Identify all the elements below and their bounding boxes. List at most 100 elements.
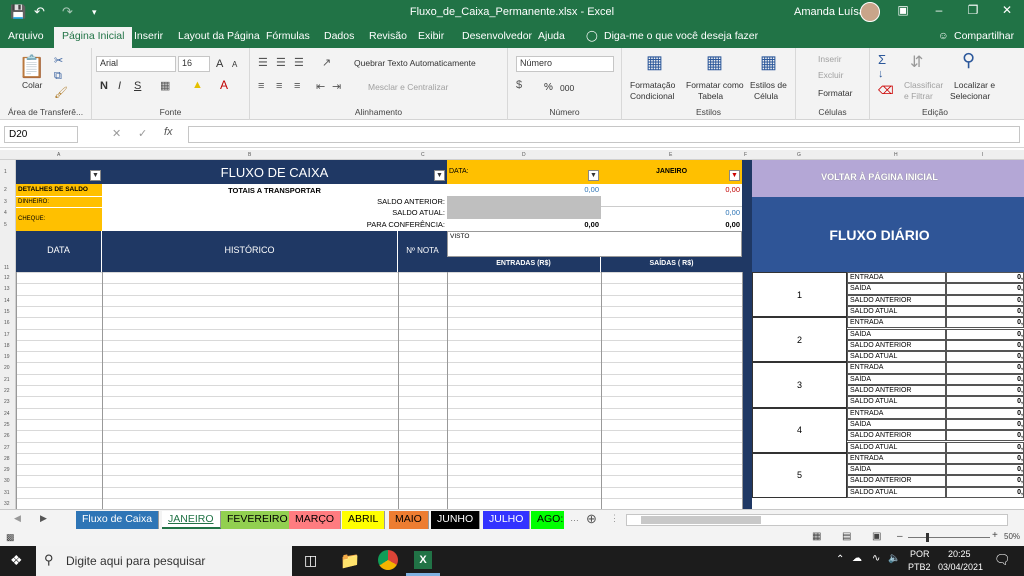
cancel-icon[interactable]: ✕	[112, 127, 121, 140]
day-row-value[interactable]: 0,	[946, 407, 1024, 419]
file-explorer-icon[interactable]: 📁	[340, 551, 360, 571]
format-table-button[interactable]: Formatar como	[686, 80, 744, 90]
tab-revisao[interactable]: Revisão	[369, 30, 407, 42]
normal-view-icon[interactable]: ▦	[812, 531, 821, 542]
orientation-icon[interactable]: ↗	[322, 56, 331, 69]
windows-start-icon[interactable]: ❖	[10, 552, 23, 569]
row-header[interactable]: 5	[4, 222, 7, 228]
day-row-label[interactable]: SALDO ANTERIOR	[847, 294, 946, 306]
row-header[interactable]: 4	[4, 210, 7, 216]
saldo-anterior-value[interactable]	[601, 196, 742, 207]
sheet-tab[interactable]: JUNHO	[431, 511, 481, 529]
format-table-label2[interactable]: Tabela	[698, 91, 723, 101]
task-view-icon[interactable]: ◫	[304, 552, 317, 569]
font-name-select[interactable]: Arial	[96, 56, 176, 72]
autosum-icon[interactable]: Σ	[878, 52, 886, 67]
format-table-icon[interactable]: ▦	[706, 52, 723, 73]
paste-icon[interactable]: 📋	[18, 54, 45, 80]
restore-icon[interactable]: ❐	[956, 3, 990, 17]
align-middle-icon[interactable]: ☰	[276, 56, 286, 69]
sheet-tab[interactable]: JULHO	[483, 511, 531, 529]
day-number[interactable]: 5	[752, 452, 847, 498]
day-row-value[interactable]: 0,	[946, 328, 1024, 340]
align-bottom-icon[interactable]: ☰	[294, 56, 304, 69]
macro-record-icon[interactable]: ▩	[6, 532, 15, 543]
tab-formulas[interactable]: Fórmulas	[266, 30, 310, 42]
bold-button[interactable]: N	[100, 80, 108, 92]
day-row-value[interactable]: 0,	[946, 272, 1024, 284]
day-row-value[interactable]: 0,	[946, 396, 1024, 408]
saidas-total-value[interactable]: 0,00	[601, 184, 742, 196]
language-indicator[interactable]: POR	[910, 549, 930, 559]
fill-icon[interactable]: ↓	[878, 68, 884, 80]
number-format-select[interactable]: Número	[516, 56, 614, 72]
scroll-right-icon[interactable]: ▶	[40, 513, 47, 524]
notification-icon[interactable]: 🗨	[994, 552, 1011, 568]
row-header[interactable]: 20	[4, 365, 10, 371]
sheet-tab[interactable]: Fluxo de Caixa	[76, 511, 160, 529]
visto-cell[interactable]: VISTO	[447, 231, 742, 257]
day-row-label[interactable]: SALDO ANTERIOR	[847, 475, 946, 487]
saldo-anterior-entradas-cell[interactable]	[447, 196, 601, 207]
row-header[interactable]: 25	[4, 422, 10, 428]
scrollbar-thumb[interactable]	[641, 516, 761, 524]
percent-button[interactable]: %	[544, 82, 553, 93]
wrap-text-button[interactable]: Quebrar Texto Automaticamente	[354, 58, 476, 68]
day-row-value[interactable]: 0,	[946, 464, 1024, 476]
day-row-label[interactable]: SAÍDA	[847, 418, 946, 431]
wifi-icon[interactable]: ∿	[872, 553, 880, 564]
scroll-left-icon[interactable]: ◀	[14, 513, 21, 524]
day-row-label[interactable]: SALDO ATUAL	[847, 396, 946, 408]
search-box[interactable]: Digite aqui para pesquisar	[36, 546, 292, 576]
format-cells-button[interactable]: Formatar	[818, 88, 852, 98]
day-row-label[interactable]: ENTRADA	[847, 317, 946, 329]
conditional-format-icon[interactable]: ▦	[646, 52, 663, 73]
conferencia-saidas-value[interactable]: 0,00	[601, 219, 742, 231]
filter-dropdown-icon[interactable]: ▼	[434, 170, 445, 181]
sheet-tab[interactable]: MAIO	[389, 511, 429, 529]
tab-exibir[interactable]: Exibir	[418, 30, 444, 42]
sheet-tab[interactable]: ABRIL	[342, 511, 386, 529]
day-row-label[interactable]: SAÍDA	[847, 283, 946, 295]
day-number[interactable]: 3	[752, 362, 847, 408]
day-row-label[interactable]: SALDO ATUAL	[847, 305, 946, 318]
row-header[interactable]: 30	[4, 478, 10, 484]
cell-styles-icon[interactable]: ▦	[760, 52, 777, 73]
clock-time[interactable]: 20:25	[948, 549, 971, 559]
column-header[interactable]: C	[421, 152, 425, 158]
close-icon[interactable]: ✕	[990, 3, 1024, 17]
chrome-icon[interactable]	[378, 550, 398, 570]
day-number[interactable]: 1	[752, 272, 847, 318]
font-color-icon[interactable]: A	[220, 78, 228, 92]
add-sheet-icon[interactable]: ⊕	[586, 511, 597, 527]
row-header[interactable]: 32	[4, 501, 10, 507]
entradas-total-value[interactable]: 0,00	[447, 184, 601, 196]
sheet-tab[interactable]: MARÇO	[289, 511, 342, 529]
align-left-icon[interactable]: ≡	[258, 80, 264, 92]
format-painter-icon[interactable]: 🖌	[54, 86, 68, 99]
row-header[interactable]: 1	[4, 169, 7, 175]
tab-ajuda[interactable]: Ajuda	[538, 30, 565, 42]
row-header[interactable]: 3	[4, 199, 7, 205]
page-layout-icon[interactable]: ▤	[842, 531, 851, 542]
zoom-out-icon[interactable]: –	[897, 531, 903, 542]
tab-layout[interactable]: Layout da Página	[178, 30, 260, 42]
filter-dropdown-icon[interactable]: ▼	[729, 170, 740, 181]
sort-filter-button[interactable]: Classificar	[904, 80, 943, 90]
share-button[interactable]: Compartilhar	[954, 30, 1014, 42]
clear-icon[interactable]: ⌫	[878, 84, 894, 97]
fill-color-icon[interactable]: ▲	[192, 79, 203, 91]
font-size-select[interactable]: 16	[178, 56, 210, 72]
clock-date[interactable]: 03/04/2021	[938, 562, 983, 572]
volume-icon[interactable]: 🔈	[888, 553, 900, 564]
month-cell[interactable]: JANEIRO	[601, 160, 742, 184]
find-select-label2[interactable]: Selecionar	[950, 91, 990, 101]
day-number[interactable]: 4	[752, 407, 847, 453]
column-header[interactable]: D	[522, 152, 526, 158]
day-row-label[interactable]: ENTRADA	[847, 407, 946, 419]
row-header[interactable]: 24	[4, 411, 10, 417]
column-header[interactable]: E	[669, 152, 672, 158]
day-row-value[interactable]: 0,	[946, 373, 1024, 385]
sort-filter-icon[interactable]: ⇵	[910, 52, 923, 72]
ribbon-display-icon[interactable]: ▣	[886, 3, 920, 17]
